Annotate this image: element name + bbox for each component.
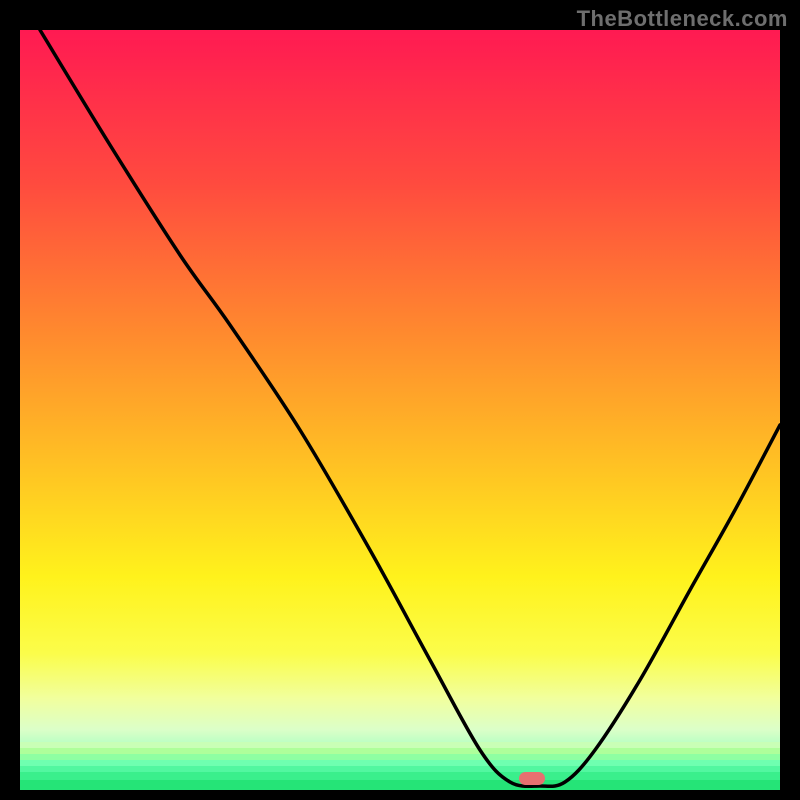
bottleneck-curve	[20, 30, 780, 790]
plot-area	[20, 30, 780, 790]
watermark-label: TheBottleneck.com	[577, 6, 788, 32]
curve-path	[40, 30, 780, 786]
chart-frame: TheBottleneck.com	[0, 0, 800, 800]
optimal-point-marker	[519, 772, 545, 785]
